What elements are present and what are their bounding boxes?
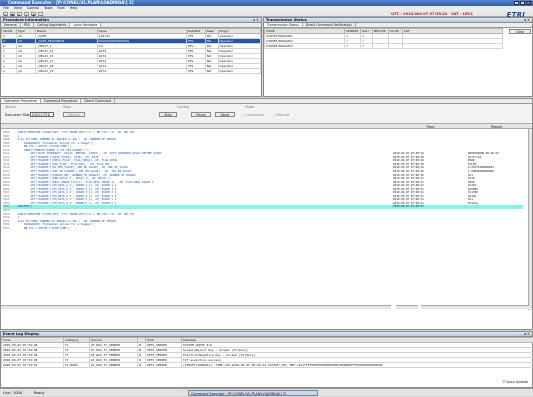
close-button[interactable] [526,1,531,5]
procedure-info-panel: Procedure Information◂ ✕ General PDV Cal… [0,17,262,97]
abort-button[interactable]: Abort [215,112,235,117]
panel-close-icon[interactable]: ◂ ✕ [524,332,530,337]
execution-control-strip: Status Step Control Mode Execution Statu… [1,104,532,124]
table-cell: ✔ [345,44,361,49]
operation-panel: Operation Procedure Command Procedure Di… [0,98,533,330]
log-cell: 2010-09-07 07:34:54 [2,363,64,368]
manual-radio[interactable]: ○ Manual [273,113,289,117]
maximize-button[interactable] [520,1,525,5]
satellite-label: SAT : LEO1 [451,12,473,16]
tab-command-procedure[interactable]: Command Procedure [41,99,81,103]
save-icon[interactable]: ■ [10,12,15,16]
tab-pdv[interactable]: PDV [21,23,35,27]
table-cell: ✔ [361,44,373,49]
tab-operation-procedure[interactable]: Operation Procedure [1,99,41,103]
log-row[interactable]: 2010-09-07 07:34:54TC-RSRSAT_RGS_TC_SEND… [2,363,533,368]
horizontal-scrollbar[interactable] [1,305,391,309]
event-log-table: TimeCategoryServiceHostMessage 2010-09-0… [1,337,533,368]
step-button[interactable]: Step [159,112,177,117]
tab-local-variables[interactable]: Local Variables [70,23,101,27]
time-column-header: Time [426,125,434,129]
table-cell: 1 [2,69,17,74]
table-cell: YES [186,69,205,74]
local-variables-table: VarIdxTypeNameValueDataDefKeepOrigin 0in… [1,28,261,74]
procedure-code-area[interactable]: 3006 CHECK(TIMESTMW (START)FW?) (*CT_FRA… [1,129,532,310]
stop-icon[interactable]: ● [31,12,36,16]
pause-button[interactable]: Pause [191,112,211,117]
auto-update-checkbox[interactable]: ☑ Auto Update [503,380,528,384]
table-cell: NO [205,69,218,74]
tab-direct-command-verification[interactable]: Direct Command Verification [303,23,356,27]
table-row[interactable]: CTRSET/PARAMS3✔✔ [265,44,503,49]
window-title: Command Executor - [P:\CONEL\VL.PLAN\LOA… [8,0,134,5]
log-cell: AT_RGS_TC_SENDER [90,363,138,368]
table-cell [389,44,403,49]
code-text: CHECK(TIMESTMW (START)FW?) (*CT_FRAME_CN… [9,212,134,216]
step-group-label: Step [63,105,71,109]
code-text: CHECK(TIMESTMW (START)FW?) (*CT_FRAME_CN… [9,130,134,134]
minimize-button[interactable] [514,1,519,5]
transmission-status-header: Transmission Status◂ ✕ [264,18,532,23]
table-cell [373,44,389,49]
log-cell: N [138,363,146,368]
panel-close-icon[interactable]: ◂ ✕ [253,18,259,23]
tab-transmission-status[interactable]: Transmission Status [264,23,303,27]
procedure-info-header: Procedure Information◂ ✕ [1,18,261,23]
vertical-scrollbar[interactable] [528,129,532,310]
step-icon[interactable]: » [38,12,43,16]
transmission-status-panel: Transmission Status◂ ✕ Transmission Stat… [263,17,533,97]
table-cell: CTRSET/PARAMS3 [265,44,345,49]
table-row[interactable]: 1int_DELAY_191674YESNOOperator [2,69,261,74]
event-log-header: Event Log Display◂ ✕ [1,332,532,337]
taskbar-item[interactable]: Command Executor - [P:\CONEL\VL.PLAN\LOA… [188,390,318,396]
column-header-cell: SENDER [345,29,361,34]
log-cell: OPTS_SERVER [146,363,182,368]
open-icon[interactable]: ▤ [3,12,8,16]
automatic-radio[interactable]: ○ Automatic [243,113,264,117]
table-cell: 1674 [97,69,186,74]
time-scrollbar[interactable] [396,305,418,309]
tab-general[interactable]: General [1,23,21,27]
table-cell: _DELAY_19 [35,69,97,74]
clear-button[interactable]: Clear [509,29,531,34]
code-line[interactable]: 3033 NB_TTG = GETTM ("START|FRM"); [3,227,523,231]
table-cell: int [16,69,35,74]
log-cell: (CTRSET/PARAMS1): TIME_TAG:2010-09-07 00… [182,363,533,368]
log-cell: TC-RSRS [64,363,90,368]
status-bar: Line : 3000 Ready Command Executor - [P:… [0,388,533,396]
play-icon[interactable]: ▶ [17,12,22,16]
table-cell [403,44,503,49]
utc-clock: UTC : 2010.002.07 07:33:22 SAT : LEO1 [391,12,473,16]
mode-group-label: Mode [245,105,254,109]
execution-status-field: EXECUTED [30,112,54,117]
event-log-panel: Event Log Display◂ ✕ TimeCategoryService… [0,331,533,388]
table-cell: Operator [218,69,261,74]
pause-icon[interactable]: ‖ [24,12,29,16]
tab-direct-command[interactable]: Direct Command [81,99,115,103]
panel-close-icon[interactable]: ◂ ✕ [524,18,530,23]
status-group-label: Status [5,105,16,109]
report-column-header: Report [491,125,502,129]
code-text: ENDSEND() [9,204,32,208]
transmission-table: CODESENDERGAUBPLCHKCLCWCAT CTRSET/PARAMS… [264,28,503,49]
code-text: NB_TTG = GETTM ("START|FRM"); [9,226,71,230]
control-group-label: Control [177,105,189,109]
paused-indicator: Paused [63,112,85,117]
tab-calling-arguments[interactable]: Calling Arguments [34,23,70,27]
report-scrollbar[interactable] [421,305,529,309]
